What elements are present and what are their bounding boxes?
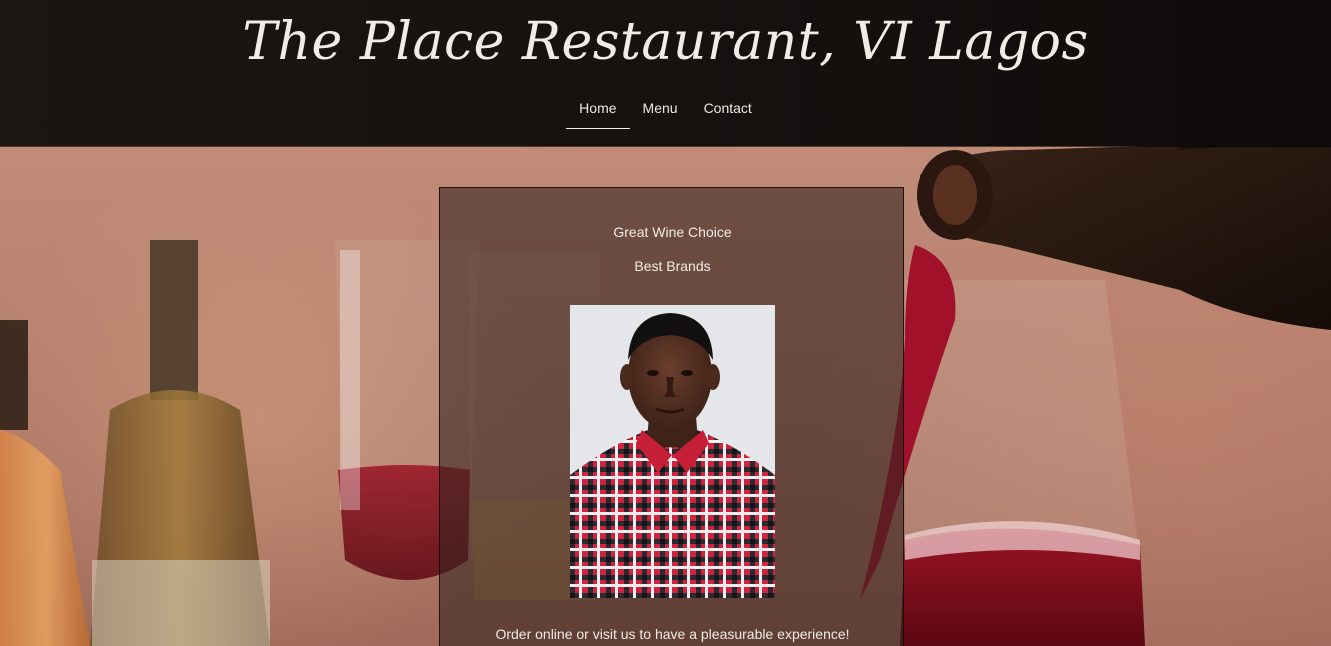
tagline-best-brands: Best Brands (634, 258, 711, 274)
order-message: Order online or visit us to have a pleas… (495, 626, 850, 642)
hero-card: Great Wine Choice Best Brands Order onli… (439, 187, 904, 646)
tagline-wine-choice: Great Wine Choice (613, 224, 732, 240)
site-title[interactable]: The Place Restaurant, VI Lagos (0, 2, 1331, 82)
portrait-image (570, 305, 775, 598)
site-header: The Place Restaurant, VI Lagos Home Menu C… (0, 0, 1331, 146)
nav-item-menu[interactable]: Menu (630, 92, 691, 128)
man-in-plaid-shirt-photo (570, 305, 775, 598)
nav-item-home[interactable]: Home (566, 92, 630, 129)
nav-item-contact[interactable]: Contact (691, 92, 765, 128)
main-nav: Home Menu Contact (0, 92, 1331, 129)
